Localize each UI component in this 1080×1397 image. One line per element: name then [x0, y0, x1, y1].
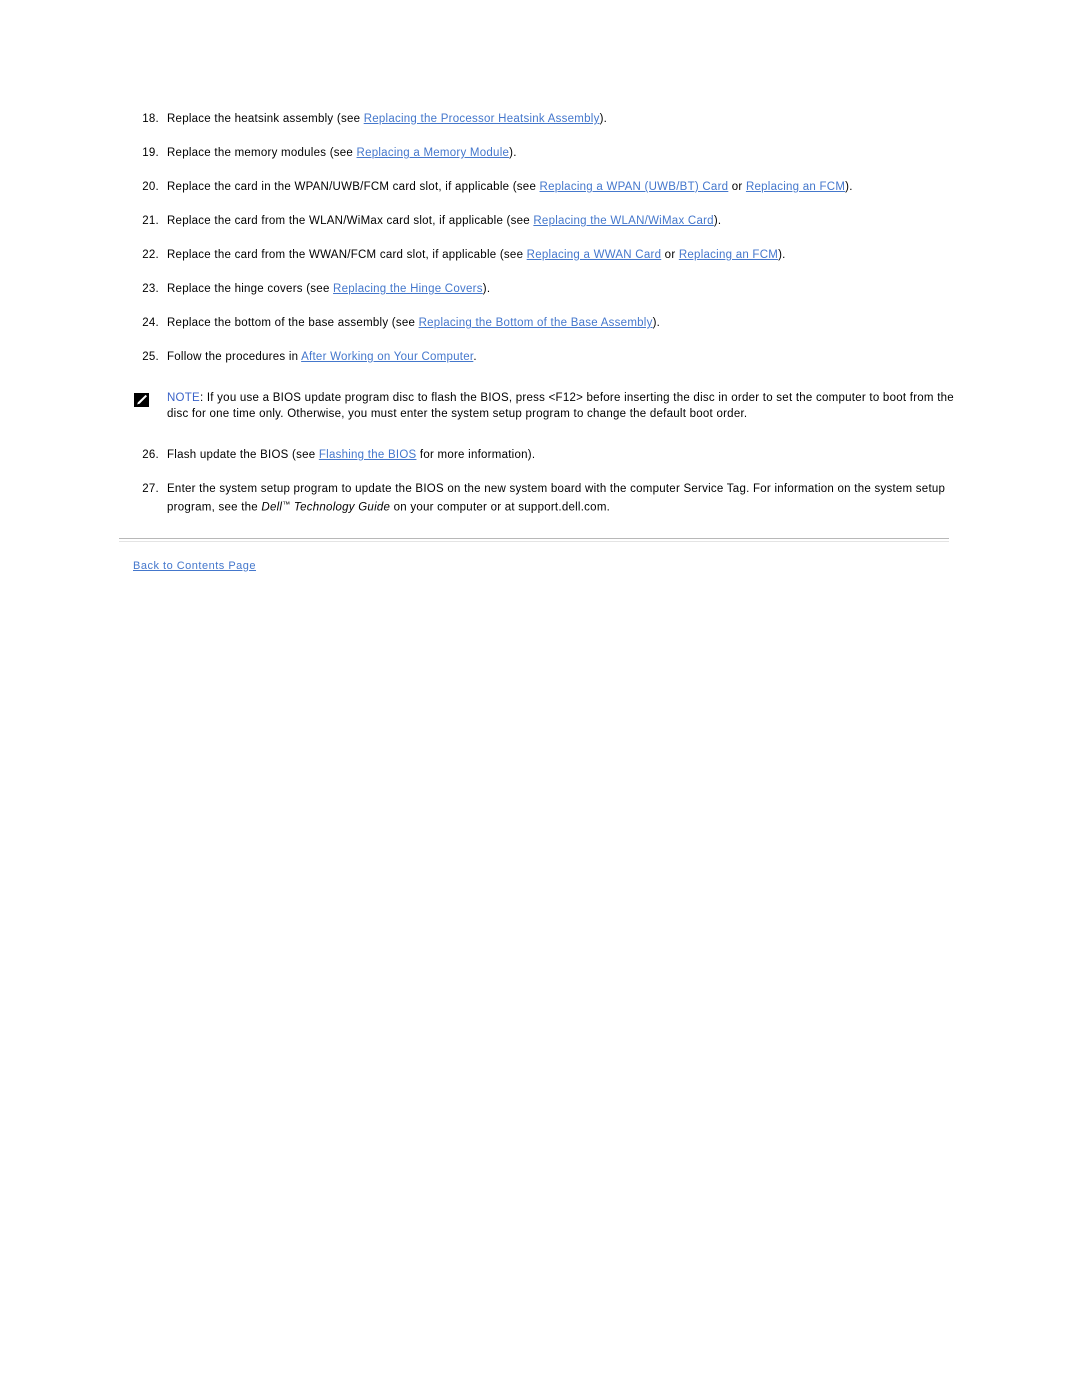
procedure-step-list-continued: 26. Flash update the BIOS (see Flashing t… — [119, 448, 961, 516]
step-text-run: ). — [599, 113, 608, 125]
step-text: Replace the heatsink assembly (see Repla… — [167, 112, 961, 127]
step-number: 26. — [142, 449, 159, 461]
doc-link[interactable]: Replacing the Bottom of the Base Assembl… — [419, 317, 653, 329]
step-text: Replace the memory modules (see Replacin… — [167, 146, 961, 161]
note-callout: NOTE: If you use a BIOS update program d… — [119, 391, 961, 422]
doc-link[interactable]: Replacing the WLAN/WiMax Card — [533, 215, 713, 227]
step-text-run: Follow the procedures in — [167, 351, 302, 363]
procedure-step: 24. Replace the bottom of the base assemb… — [119, 316, 961, 331]
step-text-run: ). — [509, 147, 517, 159]
procedure-step: 26. Flash update the BIOS (see Flashing t… — [119, 448, 961, 463]
step-number: 24. — [142, 317, 159, 329]
step-text-run: for more information). — [416, 449, 536, 461]
step-text: Replace the card from the WWAN/FCM card … — [167, 248, 961, 263]
step-text-run: ). — [713, 215, 722, 227]
footer-divider — [119, 537, 949, 542]
step-number: 21. — [142, 215, 159, 227]
step-text: Replace the bottom of the base assembly … — [167, 316, 961, 331]
doc-link[interactable]: Replacing a Memory Module — [357, 147, 510, 159]
procedure-step: 25. Follow the procedures in After Workin… — [119, 350, 961, 365]
step-number: 19. — [142, 147, 159, 159]
step-text-run: Replace the card from the WWAN/FCM card … — [167, 249, 527, 261]
step-text-run: Replace the heatsink assembly (see — [167, 113, 364, 125]
step-text-run: ). — [482, 283, 491, 295]
step-text: Enter the system setup program to update… — [167, 482, 961, 516]
step-text: Flash update the BIOS (see Flashing the … — [167, 448, 961, 463]
step-text: Replace the card from the WLAN/WiMax car… — [167, 214, 961, 229]
procedure-step: 27. Enter the system setup program to upd… — [119, 482, 961, 516]
footer: Back to Contents Page — [119, 560, 961, 572]
step-text: Follow the procedures in After Working o… — [167, 350, 961, 365]
procedure-step: 19. Replace the memory modules (see Repla… — [119, 146, 961, 161]
step-number: 27. — [142, 483, 159, 495]
doc-link[interactable]: Replacing the Hinge Covers — [333, 283, 483, 295]
step-text-run: Flash update the BIOS (see — [167, 449, 319, 461]
step-text-run: or — [661, 249, 679, 261]
step-text: Replace the card in the WPAN/UWB/FCM car… — [167, 180, 961, 195]
step-number: 20. — [142, 181, 159, 193]
procedure-step: 22. Replace the card from the WWAN/FCM ca… — [119, 248, 961, 263]
step-text-run: Replace the bottom of the base assembly … — [167, 317, 419, 329]
procedure-step-list: 18. Replace the heatsink assembly (see Re… — [119, 112, 961, 365]
doc-link[interactable]: Flashing the BIOS — [319, 449, 417, 461]
procedure-step: 20. Replace the card in the WPAN/UWB/FCM … — [119, 180, 961, 195]
doc-link[interactable]: After Working on Your Computer — [301, 351, 473, 363]
back-to-contents-link[interactable]: Back to Contents Page — [133, 560, 256, 572]
step-number: 18. — [142, 113, 159, 125]
document-content: 18. Replace the heatsink assembly (see Re… — [119, 112, 961, 572]
step-text-run: Replace the card from the WLAN/WiMax car… — [167, 215, 534, 227]
note-body-text: If you use a BIOS update program disc to… — [167, 392, 954, 420]
step-text-run: on your computer or at support.dell.com. — [390, 501, 611, 514]
italic-title: Technology Guide — [290, 501, 391, 514]
step-text-run: Replace the memory modules (see — [167, 147, 357, 159]
step-number: 23. — [142, 283, 159, 295]
doc-link[interactable]: Replacing an FCM — [746, 181, 845, 193]
doc-link[interactable]: Replacing a WPAN (UWB/BT) Card — [540, 181, 729, 193]
step-number: 22. — [142, 249, 159, 261]
doc-link[interactable]: Replacing an FCM — [679, 249, 778, 261]
doc-link[interactable]: Replacing a WWAN Card — [527, 249, 662, 261]
step-text-run: ). — [778, 249, 786, 261]
step-text-run: Replace the card in the WPAN/UWB/FCM car… — [167, 181, 540, 193]
procedure-step: 21. Replace the card from the WLAN/WiMax … — [119, 214, 961, 229]
step-text-run: ). — [845, 181, 853, 193]
note-separator: : — [199, 392, 207, 404]
procedure-step: 23. Replace the hinge covers (see Replaci… — [119, 282, 961, 297]
step-text-run: Replace the hinge covers (see — [167, 283, 334, 295]
procedure-step: 18. Replace the heatsink assembly (see Re… — [119, 112, 961, 127]
step-text-run: or — [728, 181, 746, 193]
step-text-run: ). — [652, 317, 661, 329]
note-label: NOTE — [167, 392, 200, 404]
note-pencil-icon — [134, 393, 149, 407]
step-number: 25. — [142, 351, 159, 363]
doc-link[interactable]: Replacing the Processor Heatsink Assembl… — [364, 113, 600, 125]
italic-title: Dell — [261, 501, 283, 514]
document-page: 18. Replace the heatsink assembly (see Re… — [0, 0, 1080, 1397]
step-text: Replace the hinge covers (see Replacing … — [167, 282, 961, 297]
step-text-run: . — [473, 351, 477, 363]
